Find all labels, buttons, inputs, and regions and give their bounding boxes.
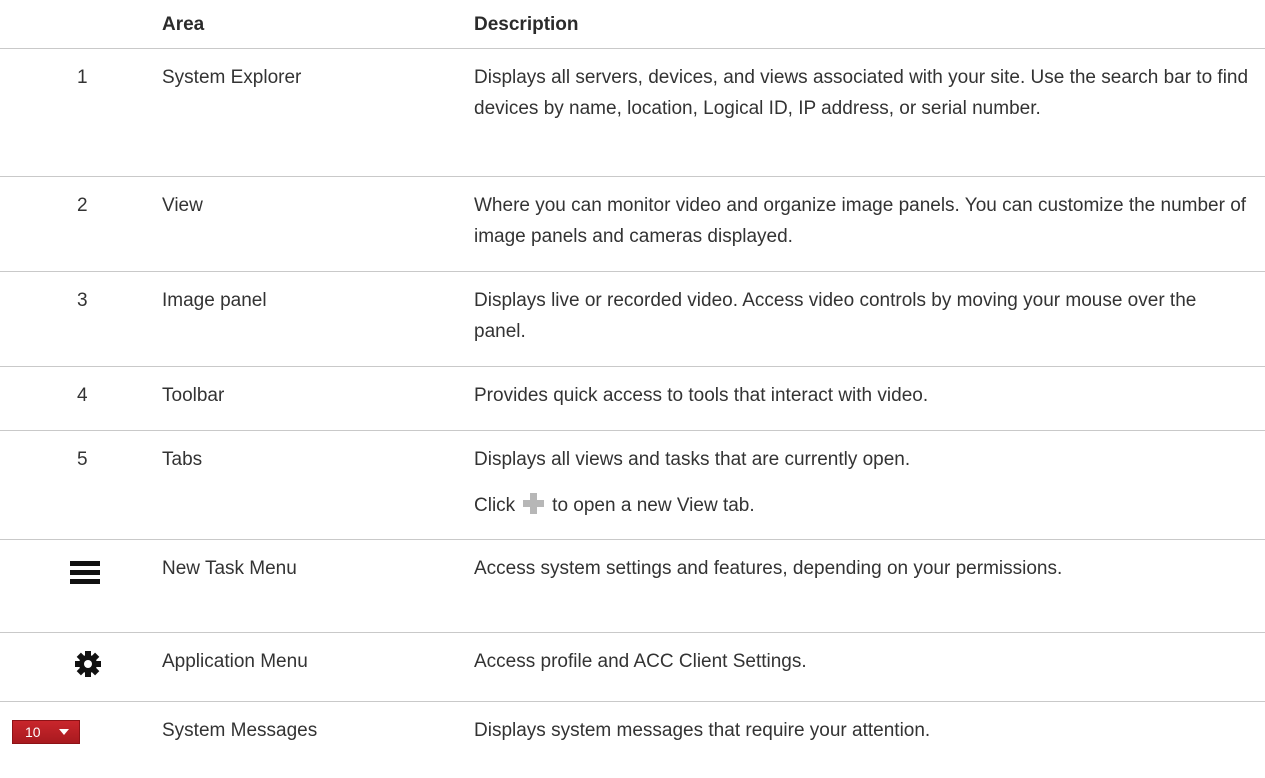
row-area: System Messages xyxy=(162,720,318,741)
hamburger-menu-icon xyxy=(70,561,100,585)
row-number: 5 xyxy=(77,449,88,470)
click-text: Click xyxy=(474,495,516,516)
row-description: Displays system messages that require yo… xyxy=(474,720,931,741)
row-area: Application Menu xyxy=(162,651,308,672)
row-description: Displays all views and tasks that are cu… xyxy=(474,449,911,470)
new-view-text: to open a new View tab. xyxy=(552,495,755,516)
row-number: 3 xyxy=(77,290,88,311)
table-row: 5 Tabs Displays all views and tasks that… xyxy=(0,431,1265,540)
row-area: Tabs xyxy=(162,449,203,470)
row-description: Provides quick access to tools that inte… xyxy=(474,385,929,406)
row-description: Access system settings and features, dep… xyxy=(474,558,1063,579)
area-description-table: Area Description 1 System Explorer Displ… xyxy=(0,0,1265,772)
row-icon-cell: 10 xyxy=(0,702,162,772)
plus-icon xyxy=(523,493,545,514)
table-row: 10 System Messages Displays system messa… xyxy=(0,702,1265,772)
row-icon-cell xyxy=(0,633,162,701)
system-messages-count: 10 xyxy=(25,724,41,740)
row-description: Where you can monitor video and organize… xyxy=(474,195,1247,247)
header-description: Description xyxy=(474,14,579,35)
row-area: Image panel xyxy=(162,290,267,311)
gear-icon xyxy=(75,651,101,677)
row-description: Displays live or recorded video. Access … xyxy=(474,290,1197,342)
row-area: Toolbar xyxy=(162,385,225,406)
table-row: Application Menu Access profile and ACC … xyxy=(0,633,1265,702)
chevron-down-icon xyxy=(59,729,69,735)
header-num-cell xyxy=(0,0,162,9)
row-number: 2 xyxy=(77,195,88,216)
table-row: 3 Image panel Displays live or recorded … xyxy=(0,272,1265,367)
row-description-block: Displays all views and tasks that are cu… xyxy=(474,431,1265,539)
system-messages-widget: 10 xyxy=(12,720,80,744)
table-row: 4 Toolbar Provides quick access to tools… xyxy=(0,367,1265,431)
table-row: New Task Menu Access system settings and… xyxy=(0,540,1265,633)
row-area: New Task Menu xyxy=(162,558,297,579)
row-description: Access profile and ACC Client Settings. xyxy=(474,651,807,672)
row-number: 1 xyxy=(77,67,88,88)
table-row: 1 System Explorer Displays all servers, … xyxy=(0,49,1265,177)
header-area: Area xyxy=(162,14,205,35)
table-row: 2 View Where you can monitor video and o… xyxy=(0,177,1265,272)
table-header-row: Area Description xyxy=(0,0,1265,49)
row-description: Displays all servers, devices, and views… xyxy=(474,67,1249,119)
row-number: 4 xyxy=(77,385,88,406)
row-description-click: Click to open a new View tab. xyxy=(474,490,1253,521)
row-icon-cell xyxy=(0,540,162,632)
row-area: System Explorer xyxy=(162,67,302,88)
row-area: View xyxy=(162,195,203,216)
